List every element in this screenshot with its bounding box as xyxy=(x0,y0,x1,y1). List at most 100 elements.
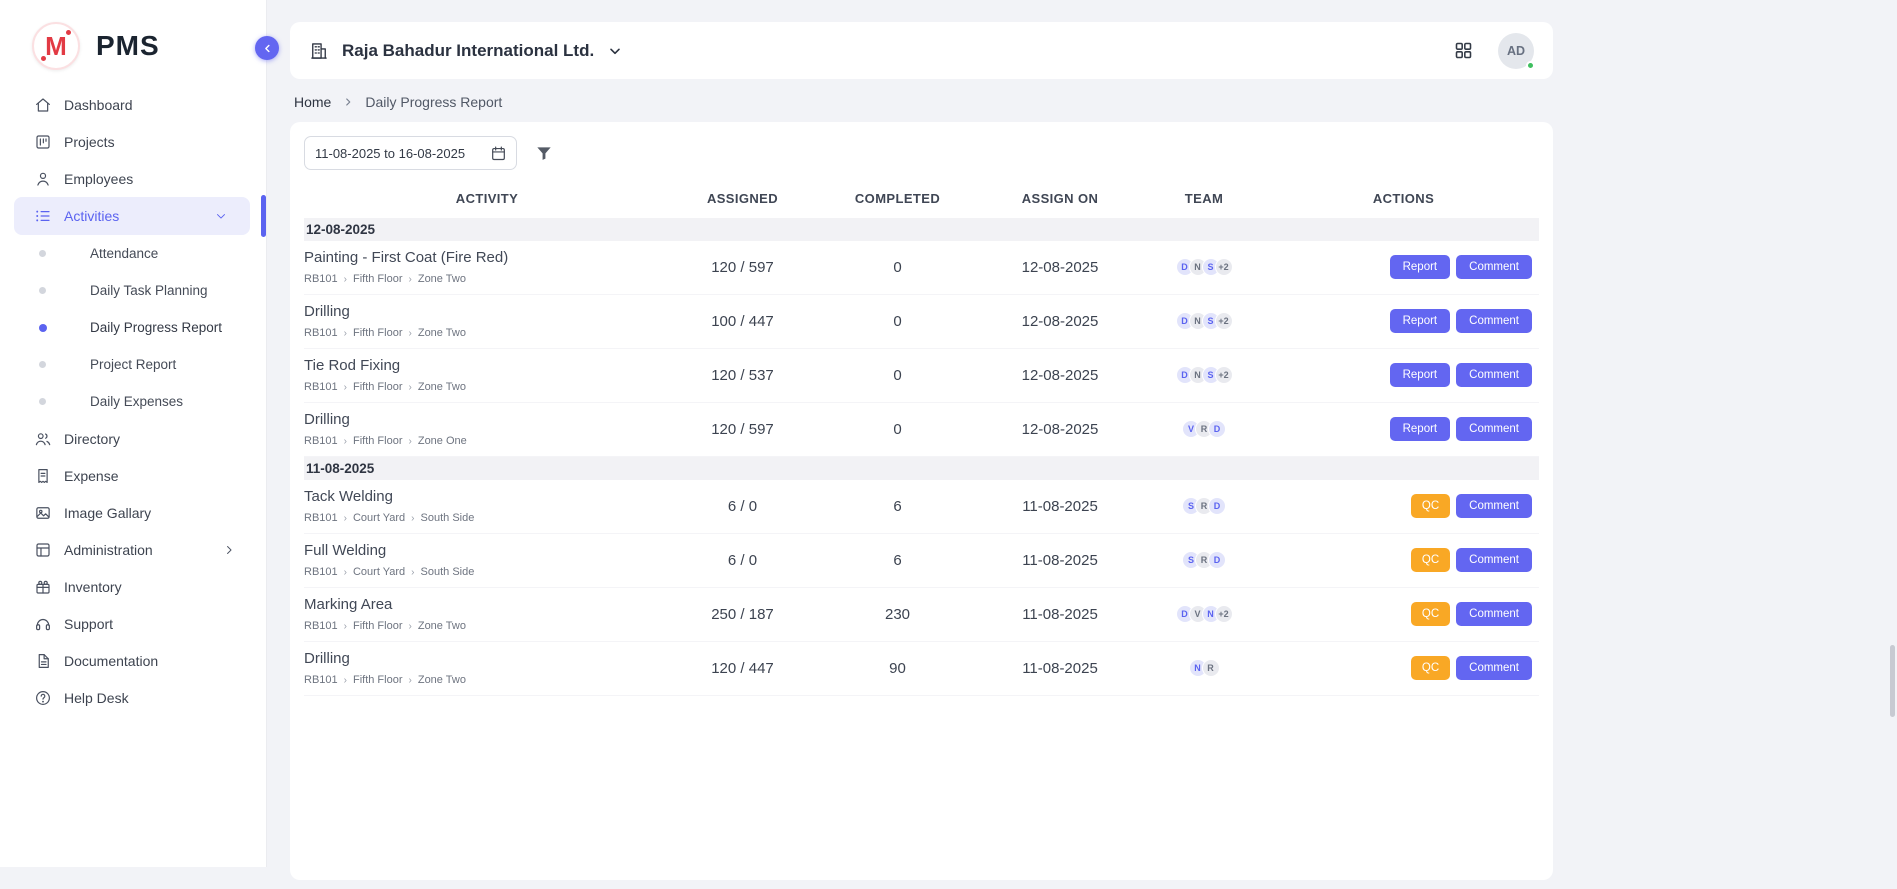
completed-value: 90 xyxy=(815,660,980,677)
sidebar-item-label: Image Gallary xyxy=(64,505,151,521)
path-separator: › xyxy=(344,513,347,524)
team-avatar: +2 xyxy=(1215,366,1233,384)
sidebar-item-directory[interactable]: Directory xyxy=(0,420,266,457)
path-segment: Fifth Floor xyxy=(353,620,403,632)
path-separator: › xyxy=(344,675,347,686)
qc-button[interactable]: QC xyxy=(1411,548,1450,572)
table-row: Full WeldingRB101›Court Yard›South Side6… xyxy=(304,534,1539,588)
sidebar-item-administration[interactable]: Administration xyxy=(0,531,266,568)
breadcrumb-home-link[interactable]: Home xyxy=(294,94,331,110)
comment-button[interactable]: Comment xyxy=(1456,309,1532,333)
completed-value: 6 xyxy=(815,498,980,515)
logo-letter: M xyxy=(45,33,67,59)
sidebar-subitem-label: Project Report xyxy=(90,357,176,372)
comment-button[interactable]: Comment xyxy=(1456,417,1532,441)
assigned-value: 100 / 447 xyxy=(670,313,815,330)
comment-button[interactable]: Comment xyxy=(1456,656,1532,680)
report-button[interactable]: Report xyxy=(1390,309,1451,333)
path-segment: RB101 xyxy=(304,435,338,447)
qc-button[interactable]: QC xyxy=(1411,656,1450,680)
sidebar-item-label: Inventory xyxy=(64,579,122,595)
activity-path: RB101›Fifth Floor›Zone Two xyxy=(304,674,670,686)
administration-icon xyxy=(34,541,52,559)
table-row: DrillingRB101›Fifth Floor›Zone Two120 / … xyxy=(304,642,1539,696)
comment-button[interactable]: Comment xyxy=(1456,494,1532,518)
employees-icon xyxy=(34,170,52,188)
assigned-value: 120 / 447 xyxy=(670,660,815,677)
team-avatar: +2 xyxy=(1215,258,1233,276)
path-segment: RB101 xyxy=(304,512,338,524)
sidebar-item-projects[interactable]: Projects xyxy=(0,123,266,160)
path-segment: Fifth Floor xyxy=(353,327,403,339)
comment-button[interactable]: Comment xyxy=(1456,548,1532,572)
report-button[interactable]: Report xyxy=(1390,255,1451,279)
activity-name: Drilling xyxy=(304,411,670,428)
sidebar-item-image-gallary[interactable]: Image Gallary xyxy=(0,494,266,531)
user-avatar[interactable]: AD xyxy=(1498,33,1534,69)
sidebar-item-expense[interactable]: Expense xyxy=(0,457,266,494)
comment-button[interactable]: Comment xyxy=(1456,602,1532,626)
filter-icon[interactable] xyxy=(534,143,554,163)
sidebar-subitem-label: Daily Progress Report xyxy=(90,320,222,335)
assigned-value: 120 / 597 xyxy=(670,421,815,438)
qc-button[interactable]: QC xyxy=(1411,602,1450,626)
sidebar-item-documentation[interactable]: Documentation xyxy=(0,642,266,679)
path-segment: RB101 xyxy=(304,327,338,339)
date-range-input[interactable] xyxy=(315,146,484,161)
activity-cell: Tack WeldingRB101›Court Yard›South Side xyxy=(304,488,670,524)
assign-on-value: 11-08-2025 xyxy=(980,498,1140,515)
activity-name: Full Welding xyxy=(304,542,670,559)
path-separator: › xyxy=(409,436,412,447)
sidebar-item-dashboard[interactable]: Dashboard xyxy=(0,86,266,123)
row-actions: QCComment xyxy=(1268,548,1539,572)
apps-grid-button[interactable] xyxy=(1453,40,1474,61)
path-separator: › xyxy=(344,274,347,285)
comment-button[interactable]: Comment xyxy=(1456,363,1532,387)
row-actions: QCComment xyxy=(1268,656,1539,680)
table-row: Tack WeldingRB101›Court Yard›South Side6… xyxy=(304,480,1539,534)
sidebar-item-activities[interactable]: Activities xyxy=(14,197,250,235)
sidebar-collapse-button[interactable] xyxy=(255,36,279,60)
app-name: PMS xyxy=(96,30,160,62)
scrollbar-thumb[interactable] xyxy=(1890,645,1895,717)
path-separator: › xyxy=(409,621,412,632)
sidebar-item-label: Employees xyxy=(64,171,133,187)
documentation-icon xyxy=(34,652,52,670)
team-avatars: VRD xyxy=(1140,420,1268,438)
assign-on-value: 11-08-2025 xyxy=(980,552,1140,569)
sidebar-item-support[interactable]: Support xyxy=(0,605,266,642)
activities-icon xyxy=(34,207,52,225)
bullet-icon xyxy=(39,398,46,405)
sidebar-subitem-daily-task-planning[interactable]: Daily Task Planning xyxy=(0,272,266,309)
date-range-picker[interactable] xyxy=(304,136,517,170)
funnel-icon xyxy=(534,143,554,163)
bullet-icon xyxy=(39,287,46,294)
path-segment: RB101 xyxy=(304,674,338,686)
sidebar-item-employees[interactable]: Employees xyxy=(0,160,266,197)
comment-button[interactable]: Comment xyxy=(1456,255,1532,279)
sidebar-subitem-label: Attendance xyxy=(90,246,158,261)
sidebar-subitem-attendance[interactable]: Attendance xyxy=(0,235,266,272)
sidebar-subitem-daily-progress-report[interactable]: Daily Progress Report xyxy=(0,309,266,346)
bullet-icon xyxy=(39,324,47,332)
activity-cell: Painting - First Coat (Fire Red)RB101›Fi… xyxy=(304,249,670,285)
path-segment: RB101 xyxy=(304,381,338,393)
sidebar-item-help-desk[interactable]: Help Desk xyxy=(0,679,266,716)
sidebar-subitem-daily-expenses[interactable]: Daily Expenses xyxy=(0,383,266,420)
sidebar: M PMS DashboardProjects Employees Activiti… xyxy=(0,0,267,867)
sidebar-subitem-project-report[interactable]: Project Report xyxy=(0,346,266,383)
activity-name: Tack Welding xyxy=(304,488,670,505)
team-avatars: DNS+2 xyxy=(1140,366,1268,384)
qc-button[interactable]: QC xyxy=(1411,494,1450,518)
sidebar-item-inventory[interactable]: Inventory xyxy=(0,568,266,605)
expense-icon xyxy=(34,467,52,485)
activity-path: RB101›Fifth Floor›Zone Two xyxy=(304,273,670,285)
activity-name: Marking Area xyxy=(304,596,670,613)
path-separator: › xyxy=(411,513,414,524)
sidebar-item-label: Administration xyxy=(64,542,153,558)
report-button[interactable]: Report xyxy=(1390,363,1451,387)
company-selector[interactable]: Raja Bahadur International Ltd. xyxy=(309,41,623,61)
chevron-down-icon xyxy=(607,43,623,59)
report-button[interactable]: Report xyxy=(1390,417,1451,441)
assigned-value: 120 / 537 xyxy=(670,367,815,384)
